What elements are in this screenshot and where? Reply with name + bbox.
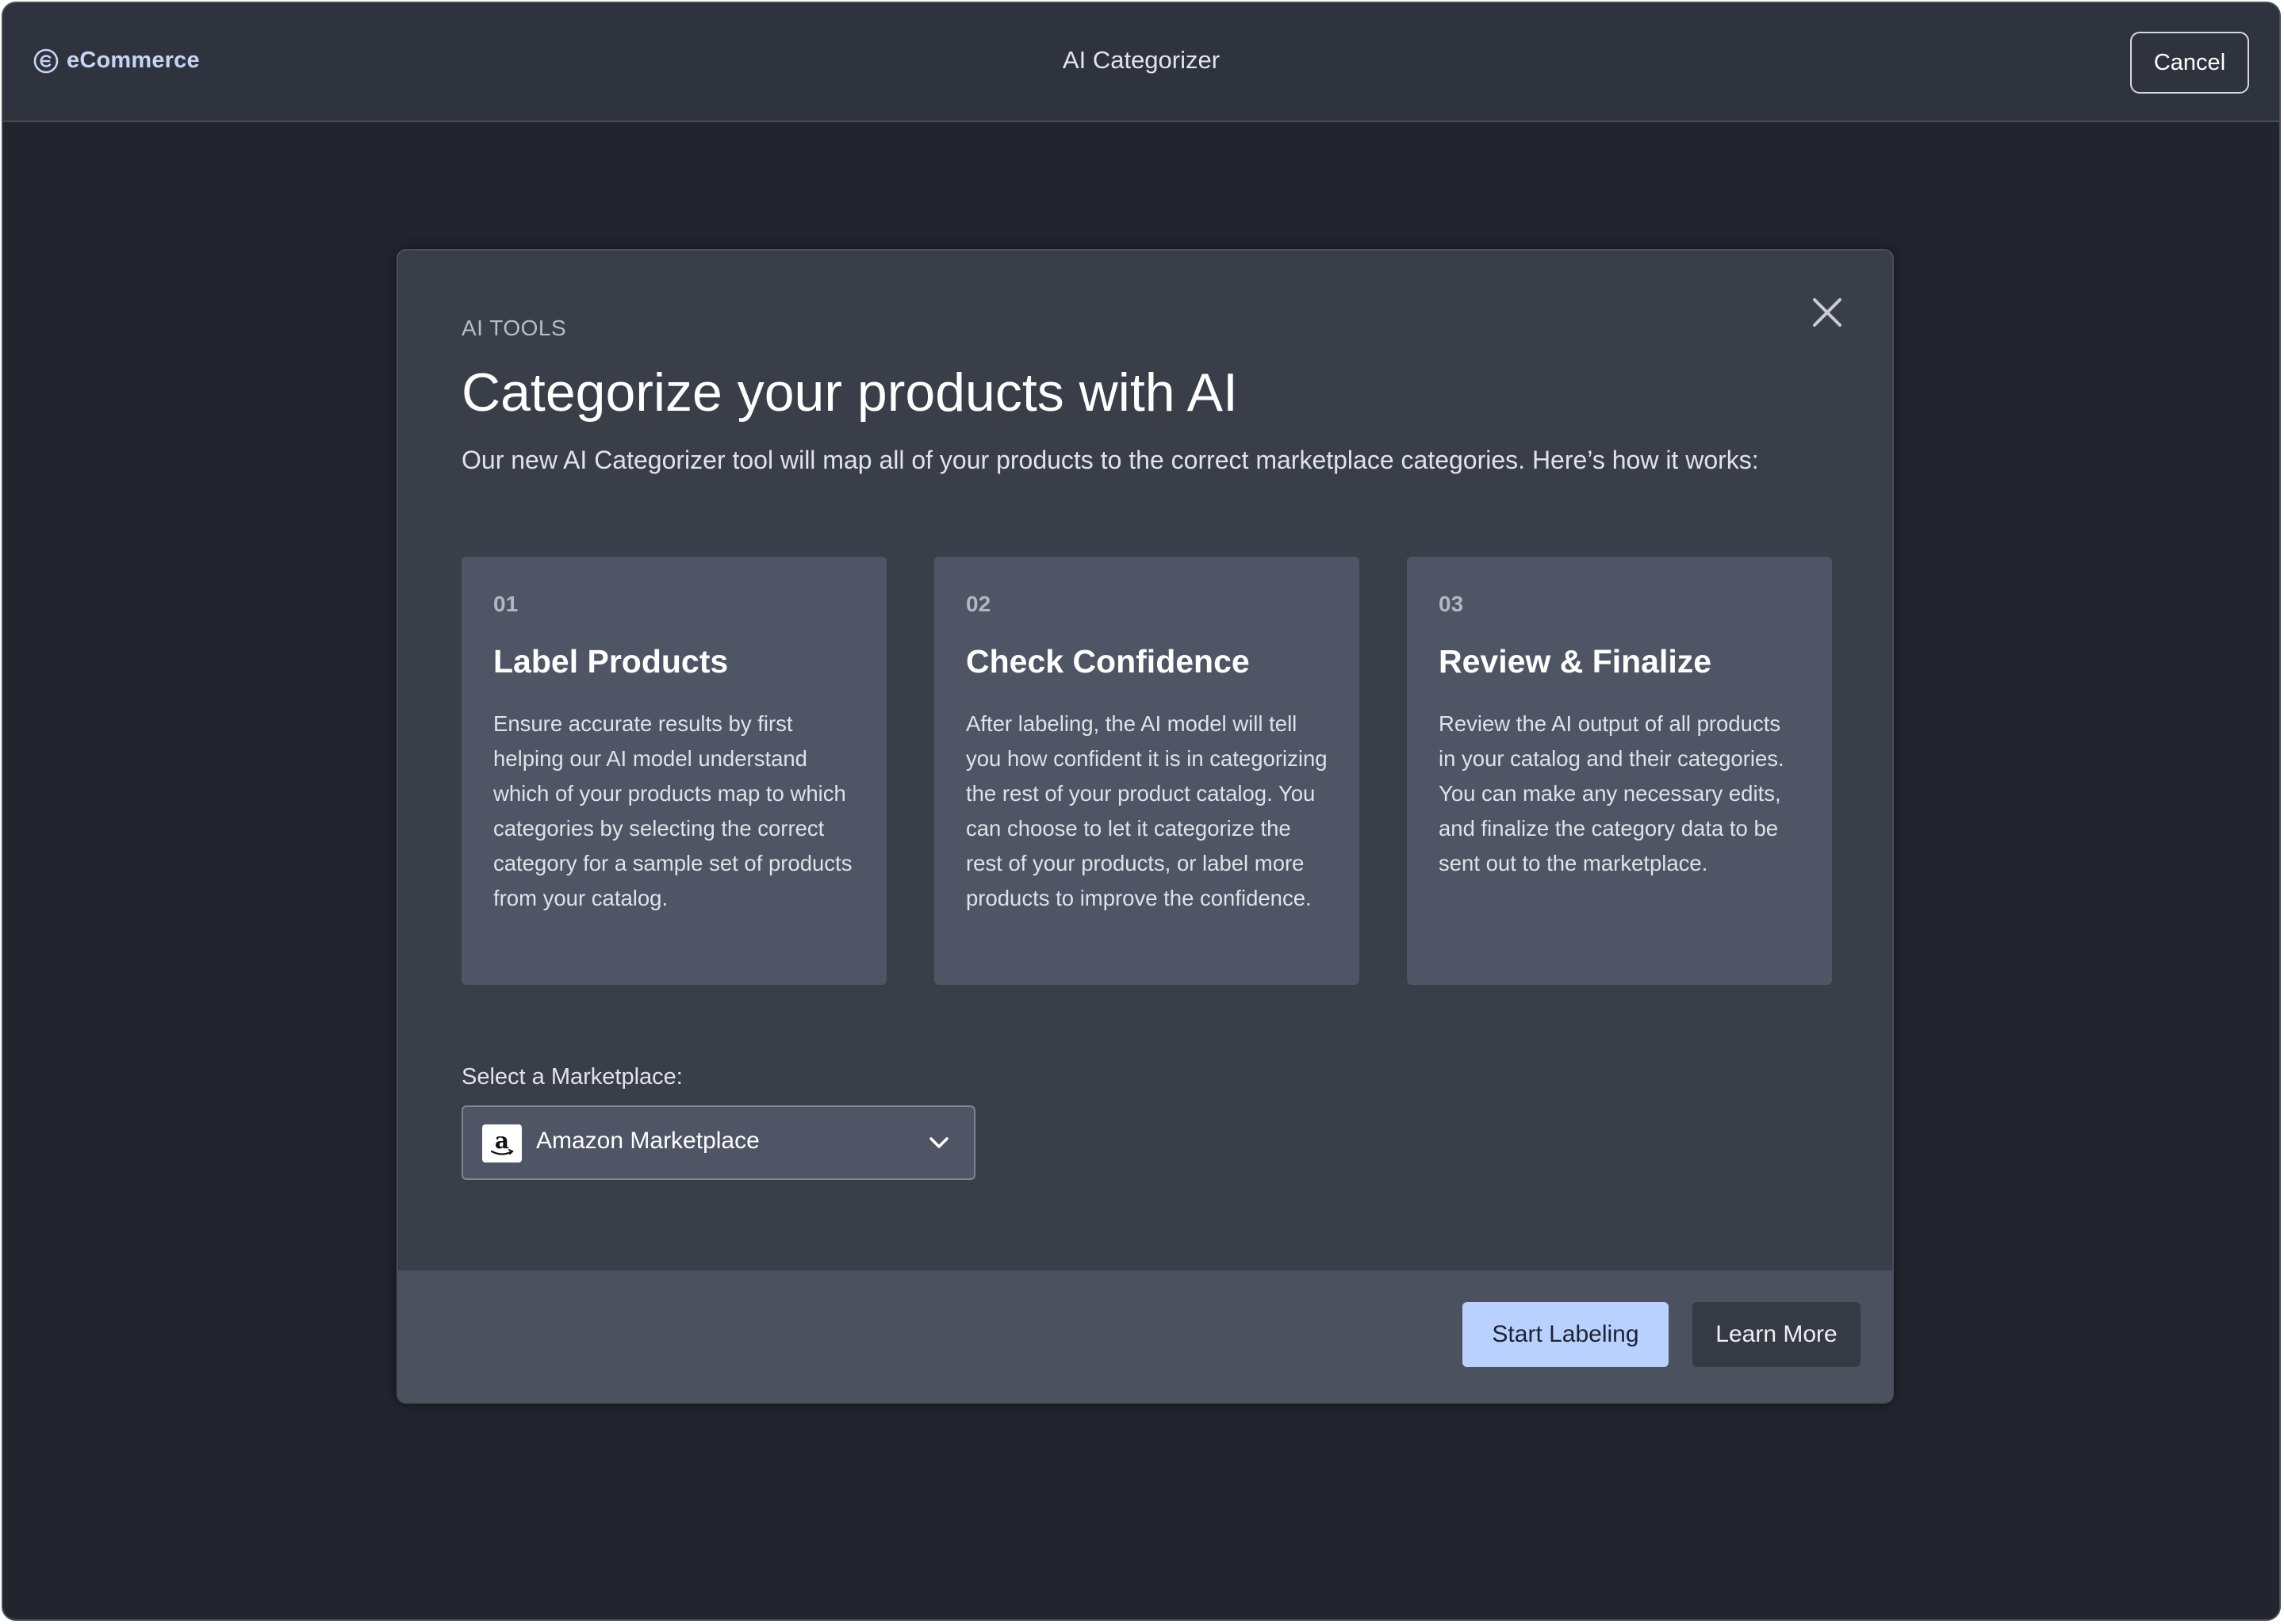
- step-description: Review the AI output of all products in …: [1439, 711, 1784, 876]
- amazon-logo-icon: a: [482, 1124, 522, 1162]
- modal-eyebrow: AI TOOLS: [462, 316, 567, 340]
- step-title: Review & Finalize: [1439, 643, 1712, 680]
- marketplace-select[interactable]: a Amazon Marketplace: [462, 1105, 975, 1180]
- step-number: 01: [493, 592, 519, 616]
- step-description: After labeling, the AI model will tell y…: [966, 711, 1328, 911]
- step-number: 02: [966, 592, 991, 616]
- modal-intro: Our new AI Categorizer tool will map all…: [462, 446, 1759, 474]
- chevron-down-icon: [929, 1137, 948, 1148]
- ai-categorizer-modal: AI TOOLS Categorize your products with A…: [397, 249, 1894, 1404]
- step-card-check-confidence: 02 Check Confidence After labeling, the …: [934, 557, 1359, 985]
- step-card-review-finalize: 03 Review & Finalize Review the AI outpu…: [1407, 557, 1832, 985]
- modal-title: Categorize your products with AI: [462, 362, 1238, 423]
- top-bar: eCommerce AI Categorizer Cancel: [3, 3, 2279, 122]
- svg-text:a: a: [495, 1128, 509, 1154]
- app-window: eCommerce AI Categorizer Cancel AI TOOLS…: [2, 2, 2281, 1621]
- page-title: AI Categorizer: [1062, 46, 1221, 74]
- step-number: 03: [1439, 592, 1464, 616]
- steps-list: 01 Label Products Ensure accurate result…: [462, 557, 1832, 985]
- modal-footer: Start Labeling Learn More: [398, 1270, 1892, 1402]
- step-card-label-products: 01 Label Products Ensure accurate result…: [462, 557, 887, 985]
- marketplace-selected-value: Amazon Marketplace: [536, 1128, 760, 1154]
- close-icon[interactable]: [1810, 295, 1845, 330]
- step-description: Ensure accurate results by first helping…: [493, 711, 853, 911]
- step-title: Check Confidence: [966, 643, 1250, 680]
- step-title: Label Products: [493, 643, 729, 680]
- cancel-button[interactable]: Cancel: [2130, 32, 2249, 94]
- marketplace-label: Select a Marketplace:: [462, 1064, 683, 1090]
- amazon-logo-glyph: a: [490, 1128, 514, 1155]
- learn-more-button[interactable]: Learn More: [1692, 1302, 1861, 1367]
- start-labeling-button[interactable]: Start Labeling: [1462, 1302, 1669, 1367]
